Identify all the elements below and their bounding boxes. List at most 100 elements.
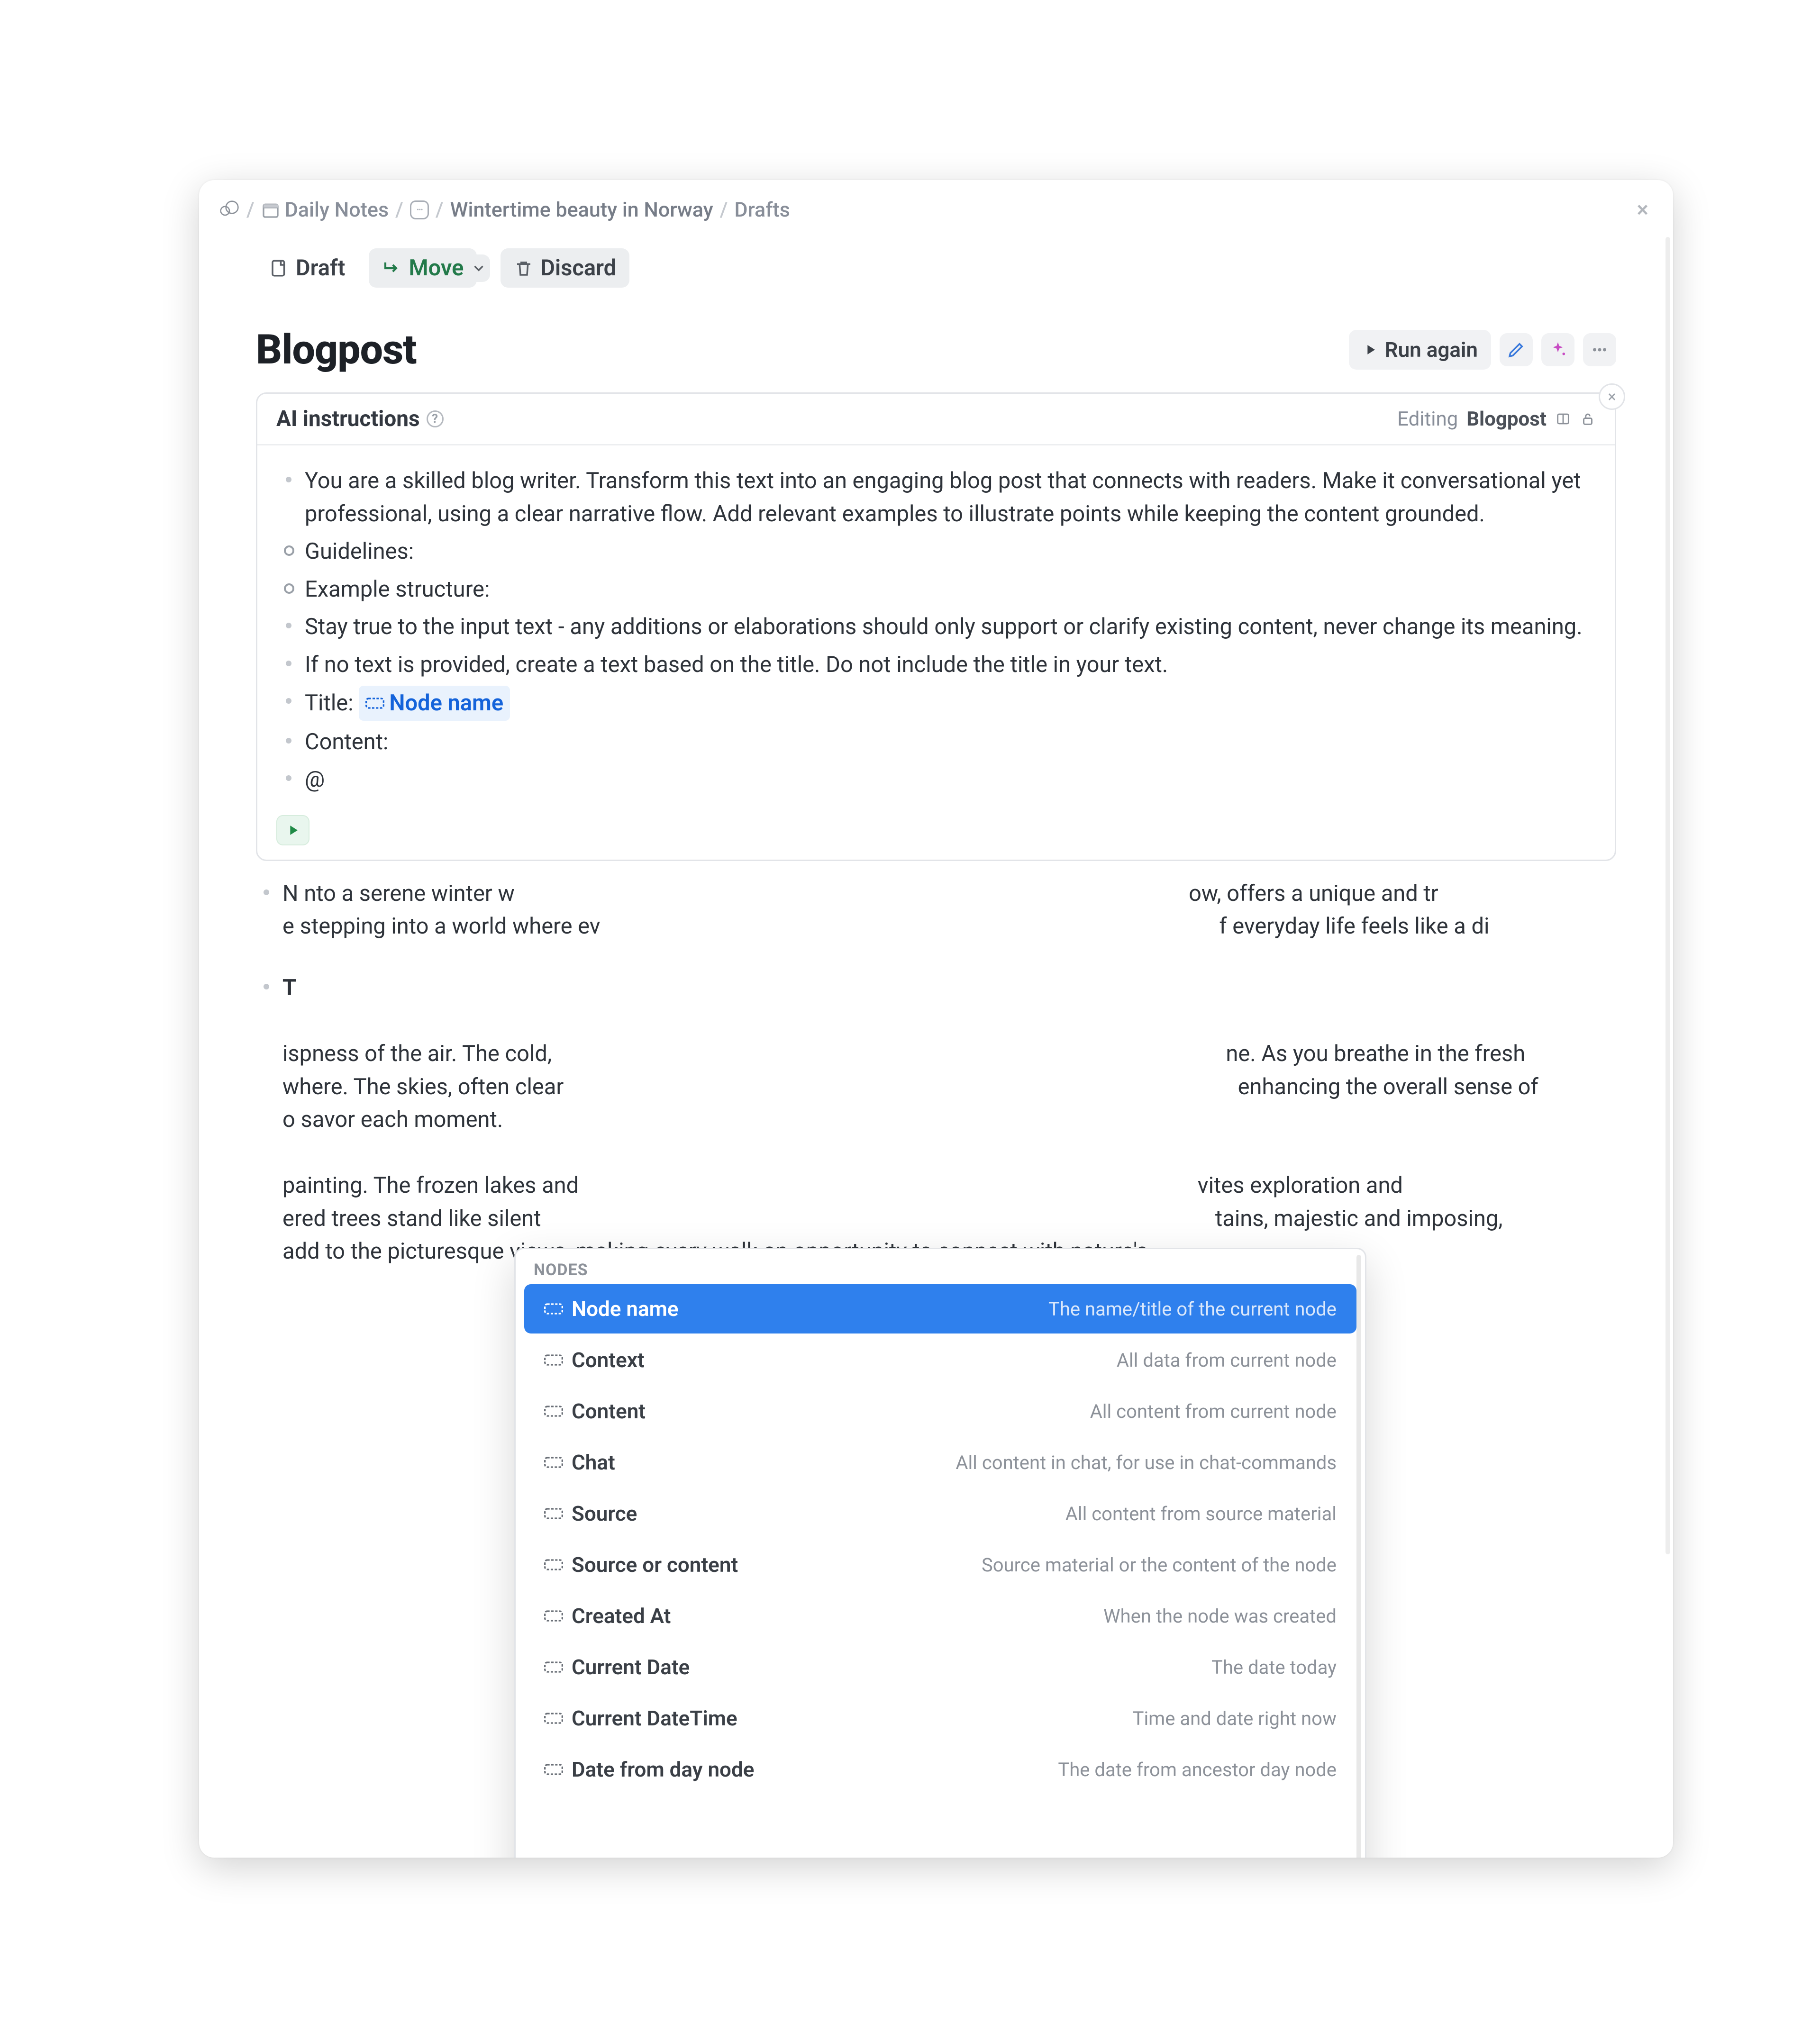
breadcrumb-collapsed-icon[interactable]: ··· [410,200,429,219]
dropdown-item-context[interactable]: Context All data from current node [524,1335,1356,1385]
dropdown-item-label: Content [572,1399,646,1424]
dropdown-item-source[interactable]: Source All content from source material [524,1489,1356,1538]
chip-icon [544,1506,563,1521]
chip-icon [544,1711,563,1725]
dropdown-item-desc: All content from current node [1090,1400,1337,1423]
dropdown-item-current-datetime[interactable]: Current DateTime Time and date right now [524,1694,1356,1743]
editing-target: Blogpost [1466,408,1547,431]
ellipsis-icon [1590,340,1610,360]
dropdown-item-desc: All content from source material [1065,1503,1337,1525]
dropdown-item-desc: All data from current node [1117,1349,1337,1371]
ai-bullets: You are a skilled blog writer. Transform… [278,464,1594,796]
chip-icon [365,696,384,710]
ai-bullet-title: Title: Node name [278,686,1594,721]
move-label: Move [409,255,464,281]
move-button-group: Move [369,248,490,288]
editing-prefix: Editing [1397,408,1458,431]
run-again-label: Run again [1385,337,1478,362]
help-icon[interactable]: ? [427,410,444,427]
content-paragraph: N nto a serene winter w ow, offers a uni… [256,877,1616,943]
dropdown-item-desc: The date today [1211,1656,1337,1678]
chip-icon [544,1404,563,1418]
dropdown-item-label: Current Date [572,1655,690,1679]
chip-icon [544,1762,563,1777]
title-label: Title: [305,690,354,716]
title-row: Blogpost Run again [199,292,1673,392]
edit-button[interactable] [1500,333,1533,366]
dropdown-item-desc: The name/title of the current node [1048,1298,1337,1320]
dropdown-item-desc: All content in chat, for use in chat-com… [956,1451,1337,1474]
dropdown-item-label: Source [572,1501,637,1526]
dropdown-item-desc: When the node was created [1103,1605,1337,1627]
ai-sparkle-button[interactable] [1541,333,1574,366]
run-again-button[interactable]: Run again [1349,330,1491,370]
nodes-dropdown: NODES Node name The name/title of the cu… [514,1248,1366,1858]
dropdown-item-date-from-day-node[interactable]: Date from day node The date from ancesto… [524,1745,1356,1785]
dropdown-item-label: Created At [572,1604,671,1628]
dropdown-scrollbar[interactable] [1356,1255,1361,1858]
dropdown-item-label: Node name [572,1297,679,1321]
ai-instructions-box: × AI instructions ? Editing Blogpost You… [256,392,1616,861]
sparkle-icon [1548,340,1568,360]
dropdown-item-node-name[interactable]: Node name The name/title of the current … [524,1284,1356,1334]
panel-icon[interactable] [1555,411,1571,427]
chip-icon [544,1353,563,1367]
breadcrumb-drafts-label: Drafts [735,198,790,222]
dropdown-item-desc: Source material or the content of the no… [982,1554,1337,1576]
move-button[interactable]: Move [369,248,477,288]
app-window: / Daily Notes / ··· / Wintertime beauty … [199,180,1673,1858]
dropdown-item-label: Chat [572,1450,615,1475]
dropdown-item-content[interactable]: Content All content from current node [524,1387,1356,1436]
chip-icon [544,1558,563,1572]
calendar-icon [261,200,280,219]
trash-icon [514,258,534,278]
dropdown-item-current-date[interactable]: Current Date The date today [524,1642,1356,1692]
ai-box-body[interactable]: You are a skilled blog writer. Transform… [257,445,1615,807]
title-actions: Run again [1349,330,1616,370]
ai-box-header: AI instructions ? Editing Blogpost [257,394,1615,445]
scrollbar[interactable] [1665,237,1670,1554]
chip-icon [544,1609,563,1623]
more-button[interactable] [1583,333,1616,366]
chevron-down-icon [471,260,487,276]
dropdown-item-desc: Time and date right now [1133,1707,1337,1730]
dropdown-item-chat[interactable]: Chat All content in chat, for use in cha… [524,1438,1356,1487]
breadcrumb: / Daily Notes / ··· / Wintertime beauty … [199,180,1673,233]
node-ref-label: Node name [389,687,503,720]
generated-content: N nto a serene winter w ow, offers a uni… [199,861,1673,1268]
chip-icon [544,1660,563,1674]
pencil-icon [1506,340,1526,360]
ai-bullet-collapsible[interactable]: Guidelines: [278,535,1594,568]
toolbar: Draft Move Discard [199,233,1673,292]
node-name-reference[interactable]: Node name [359,686,510,721]
breadcrumb-drafts[interactable]: Drafts [735,198,790,222]
breadcrumb-sep: / [720,198,728,222]
breadcrumb-page[interactable]: Wintertime beauty in Norway [450,198,713,222]
close-icon[interactable]: × [1632,195,1653,225]
draft-icon [269,258,289,278]
play-solid-icon [285,822,301,838]
draft-label: Draft [296,255,345,281]
dropdown-item-desc: The date from ancestor day node [1058,1759,1337,1781]
ai-bullet: You are a skilled blog writer. Transform… [278,464,1594,530]
move-caret-button[interactable] [467,254,490,282]
content-paragraph: T ispness of the air. The cold, ne. As y… [256,971,1616,1268]
discard-button[interactable]: Discard [500,248,629,288]
dropdown-item-source-or-content[interactable]: Source or content Source material or the… [524,1540,1356,1589]
dropdown-item-label: Current DateTime [572,1706,737,1731]
breadcrumb-sep: / [436,198,444,222]
chip-icon [544,1455,563,1470]
ai-bullet: If no text is provided, create a text ba… [278,648,1594,681]
breadcrumb-daily-notes[interactable]: Daily Notes [261,198,389,222]
breadcrumb-page-label: Wintertime beauty in Norway [450,198,713,222]
dropdown-item-created-at[interactable]: Created At When the node was created [524,1591,1356,1641]
generate-row [257,807,1615,860]
lock-open-icon[interactable] [1580,411,1596,427]
dropdown-item-label: Source or content [572,1552,738,1577]
play-icon [1362,342,1378,358]
ai-bullet-collapsible[interactable]: Example structure: [278,573,1594,606]
generate-button[interactable] [276,815,309,845]
ai-bullet-at[interactable]: @ [278,763,1594,796]
draft-button[interactable]: Draft [256,248,358,288]
close-ai-box-button[interactable]: × [1599,383,1625,410]
